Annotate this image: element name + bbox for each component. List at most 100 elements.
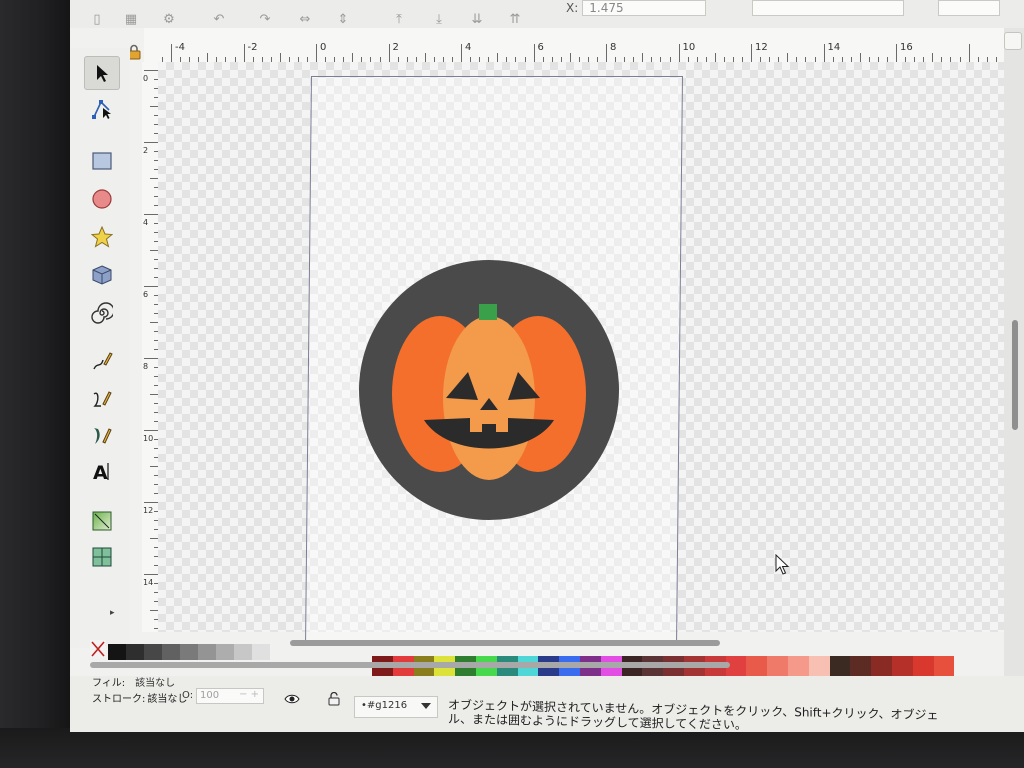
- horizontal-ruler[interactable]: -4 -2 0 2 4 6 8 10 12 14 16: [144, 28, 1004, 63]
- fill-value: 該当なし: [135, 678, 176, 689]
- x-icon: [91, 641, 105, 657]
- ruler-tick: [968, 44, 970, 62]
- ellipse-tool[interactable]: [84, 182, 118, 214]
- ruler-tick: [144, 286, 158, 287]
- eye-icon[interactable]: [284, 694, 300, 704]
- fill-label: フィル:: [92, 678, 126, 689]
- circle-icon: [92, 189, 112, 209]
- color-swatch[interactable]: [126, 644, 144, 660]
- ruler-tick: [279, 53, 281, 62]
- gradient-tool[interactable]: [84, 504, 118, 536]
- rotate-icon[interactable]: ↶: [210, 12, 228, 28]
- pumpkin-stem[interactable]: [479, 304, 497, 320]
- document-icon[interactable]: ▯: [88, 12, 106, 28]
- lower-icon[interactable]: ⤓: [430, 12, 448, 28]
- star-tool[interactable]: [84, 220, 118, 252]
- vertical-scrollbar[interactable]: [1012, 320, 1018, 430]
- ruler-tick: [144, 214, 158, 215]
- width-field[interactable]: [938, 0, 1000, 16]
- pumpkin-artwork[interactable]: [358, 258, 620, 522]
- fill-indicator[interactable]: フィル: 該当なし: [92, 674, 175, 689]
- ruler-tick: [896, 44, 898, 62]
- no-paint-swatch[interactable]: [90, 640, 106, 658]
- color-swatch[interactable]: [162, 644, 180, 660]
- chevron-down-icon[interactable]: [421, 703, 431, 709]
- ruler-label: 12: [755, 42, 768, 53]
- vertical-scrollbar-track[interactable]: [1004, 28, 1024, 688]
- inkscape-window: ▯ ▦ ⚙ ↶ ↷ ⇔ ⇕ ⤒ ⤓ ⇊ ⇈ X: 1.475 -4 -2 0 2 4 6 8 1…: [70, 0, 1024, 732]
- color-swatch[interactable]: [252, 644, 270, 660]
- ruler-tick: [533, 44, 535, 62]
- ruler-tick: [461, 44, 463, 62]
- color-swatch[interactable]: [144, 644, 162, 660]
- bottom-icon[interactable]: ⇊: [468, 12, 486, 28]
- mesh-tool[interactable]: [84, 540, 118, 572]
- opacity-value: 100: [200, 690, 220, 701]
- layer-dropdown[interactable]: •#g1216: [354, 696, 438, 718]
- arrow-pointer-icon: [97, 65, 108, 82]
- ruler-tick: [751, 44, 753, 62]
- more-tools-arrow[interactable]: ▸: [110, 608, 115, 618]
- ruler-label: 14: [143, 578, 154, 587]
- ruler-label: 16: [900, 42, 913, 53]
- ruler-tick: [150, 250, 158, 251]
- stepper-icon[interactable]: − +: [239, 689, 259, 700]
- zoom-corner-button[interactable]: [1004, 32, 1022, 50]
- ruler-tick: [150, 538, 158, 539]
- color-swatch[interactable]: [198, 644, 216, 660]
- pencil-icon: [93, 352, 113, 370]
- x-label: X:: [566, 1, 579, 15]
- top-icon[interactable]: ⇈: [506, 12, 524, 28]
- ruler-tick: [150, 106, 158, 107]
- flip-vertical-icon[interactable]: ⇕: [334, 12, 352, 28]
- calligraphy-tool[interactable]: [84, 418, 118, 450]
- ruler-label: 0: [143, 74, 149, 83]
- rotate-cw-icon[interactable]: ↷: [256, 12, 274, 28]
- y-coordinate-field[interactable]: [752, 0, 904, 16]
- star-icon: [91, 226, 113, 248]
- ruler-label: 2: [392, 42, 399, 53]
- ruler-tick: [144, 142, 158, 143]
- selector-tool[interactable]: [84, 56, 120, 90]
- ruler-label: 4: [143, 218, 149, 227]
- rectangle-icon: [92, 152, 112, 170]
- vertical-ruler[interactable]: 0 2 4 6 8 10 12 14: [142, 62, 159, 632]
- node-edit-icon: [92, 100, 111, 119]
- palette-scrollbar[interactable]: [90, 662, 730, 668]
- raise-icon[interactable]: ⤒: [390, 12, 408, 28]
- x-value[interactable]: 1.475: [582, 0, 707, 16]
- rectangle-tool[interactable]: [84, 144, 118, 176]
- svg-text:A: A: [93, 462, 108, 482]
- x-coordinate-field[interactable]: X: 1.475: [566, 0, 707, 16]
- flip-horizontal-icon[interactable]: ⇔: [296, 12, 314, 28]
- monitor-bezel-bottom: [0, 728, 1024, 768]
- settings-icon[interactable]: ⚙: [160, 12, 178, 28]
- stroke-indicator[interactable]: ストローク: 該当なし: [92, 690, 187, 705]
- color-swatch[interactable]: [180, 644, 198, 660]
- grid-icon[interactable]: ▦: [122, 12, 140, 28]
- ruler-tick: [150, 394, 158, 395]
- spiral-tool[interactable]: [84, 296, 118, 328]
- opacity-input[interactable]: 100 − +: [196, 688, 264, 704]
- mouse-cursor-icon: [775, 554, 790, 575]
- calligraphy-icon: [94, 428, 112, 444]
- pen-tool[interactable]: [84, 382, 118, 414]
- color-swatch[interactable]: [108, 644, 126, 660]
- ruler-label: 0: [320, 42, 327, 53]
- ruler-tick: [823, 44, 825, 62]
- ruler-label: 2: [143, 146, 149, 155]
- ruler-tick: [150, 466, 158, 467]
- pencil-tool[interactable]: [84, 344, 118, 376]
- color-swatch[interactable]: [234, 644, 252, 660]
- text-tool[interactable]: A: [84, 454, 118, 486]
- ruler-tick: [497, 53, 499, 62]
- ruler-tick: [144, 430, 158, 431]
- node-tool[interactable]: [84, 92, 118, 124]
- color-swatch[interactable]: [216, 644, 234, 660]
- unlock-icon[interactable]: [328, 692, 340, 706]
- text-icon: A: [93, 462, 109, 482]
- horizontal-scrollbar[interactable]: [290, 640, 720, 646]
- palette-grays: [108, 644, 270, 660]
- 3d-box-tool[interactable]: [84, 258, 118, 290]
- drawing-canvas[interactable]: [158, 62, 1004, 646]
